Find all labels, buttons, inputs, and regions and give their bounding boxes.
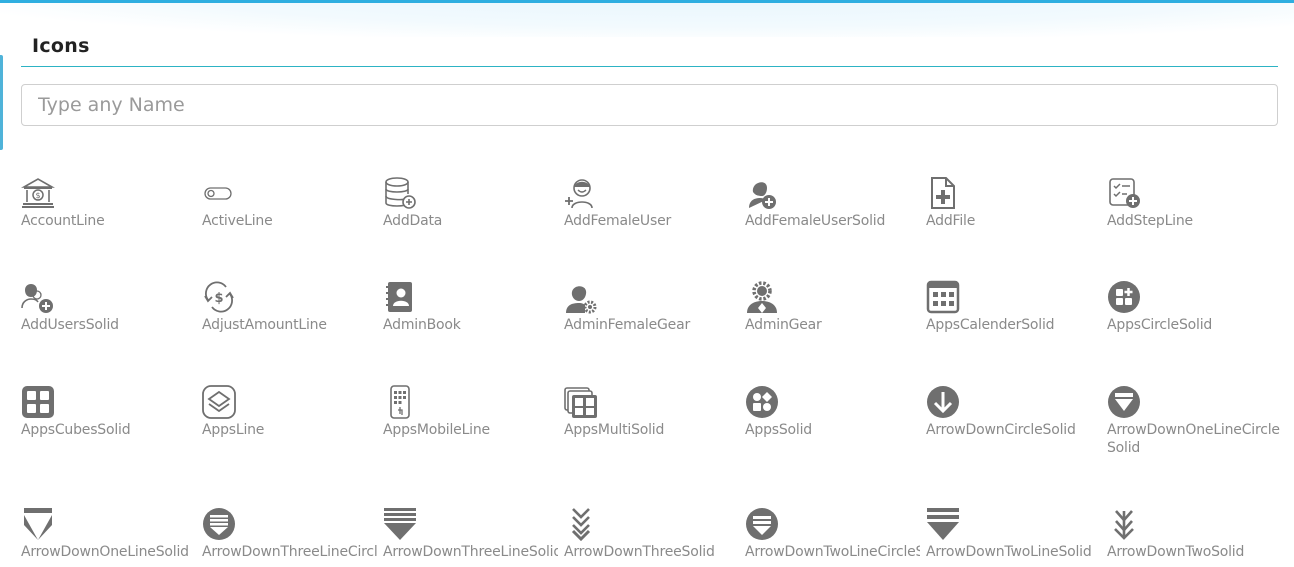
page-title: Icons: [32, 35, 90, 57]
arrow-down-three-line-icon: [383, 507, 417, 541]
icon-label: AdminFemaleGear: [564, 317, 691, 333]
apps-cubes-icon: [21, 385, 55, 419]
header-background: [0, 3, 1294, 37]
icon-tile[interactable]: AdminBook: [383, 280, 564, 385]
icon-label: AccountLine: [21, 213, 105, 229]
icon-tile[interactable]: AppsMobileLine: [383, 385, 564, 507]
user-gear-icon: [745, 280, 779, 314]
icon-tile[interactable]: AppsCalenderSolid: [926, 280, 1107, 385]
bank-icon: $: [21, 176, 55, 210]
mobile-apps-icon: [383, 385, 417, 419]
arrow-down-one-line-circle-icon: [1107, 385, 1141, 419]
icon-label: ArrowDownTwoLineSolid: [926, 544, 1092, 560]
icon-grid: $ AccountLine ActiveLine AddData AddFemaleUs…: [21, 176, 1288, 567]
icon-label: AppsCalenderSolid: [926, 317, 1055, 333]
icon-label: AdjustAmountLine: [202, 317, 327, 333]
icon-tile[interactable]: AppsSolid: [745, 385, 926, 507]
icon-label: AppsLine: [202, 422, 265, 438]
icon-tile[interactable]: AdminGear: [745, 280, 926, 385]
icon-tile[interactable]: AddData: [383, 176, 564, 280]
title-divider: [21, 66, 1278, 67]
icon-tile[interactable]: AppsCircleSolid: [1107, 280, 1288, 385]
icon-tile[interactable]: ArrowDownThreeLineSolid: [383, 507, 564, 567]
icon-label: ArrowDownOneLineCircleSolid: [1107, 422, 1280, 456]
checklist-add-icon: [1107, 176, 1141, 210]
icon-tile[interactable]: AddFile: [926, 176, 1107, 280]
search-input[interactable]: [21, 84, 1278, 126]
icon-label: AddFile: [926, 213, 976, 229]
icon-label: AppsMobileLine: [383, 422, 490, 438]
icon-tile[interactable]: AppsLine: [202, 385, 383, 507]
icon-tile[interactable]: AddStepLine: [1107, 176, 1288, 280]
icon-tile[interactable]: $ AdjustAmountLine: [202, 280, 383, 385]
icon-label: ArrowDownTwoSolid: [1107, 544, 1245, 560]
icon-tile[interactable]: ArrowDownTwoLineSolid: [926, 507, 1107, 567]
female-user-add-icon: [564, 176, 598, 210]
arrow-down-two-icon: [1107, 507, 1141, 541]
dollar-cycle-icon: $: [202, 280, 236, 314]
icon-label: AddFemaleUser: [564, 213, 672, 229]
icon-tile[interactable]: AddFemaleUser: [564, 176, 745, 280]
icon-label: AppsCircleSolid: [1107, 317, 1213, 333]
icon-tile[interactable]: AddUsersSolid: [21, 280, 202, 385]
icon-label: ActiveLine: [202, 213, 273, 229]
file-add-icon: [926, 176, 960, 210]
icon-label: ArrowDownCircleSolid: [926, 422, 1076, 438]
database-add-icon: [383, 176, 417, 210]
icon-label: AppsSolid: [745, 422, 812, 438]
icon-tile[interactable]: ArrowDownTwoLineCircleS: [745, 507, 926, 567]
apps-solid-icon: [745, 385, 779, 419]
icon-tile[interactable]: ActiveLine: [202, 176, 383, 280]
icon-tile[interactable]: ArrowDownThreeLineCircl: [202, 507, 383, 567]
female-gear-icon: [564, 280, 598, 314]
contact-book-icon: [383, 280, 417, 314]
icon-tile[interactable]: ArrowDownTwoSolid: [1107, 507, 1288, 567]
icon-label: AddStepLine: [1107, 213, 1193, 229]
arrow-down-three-line-circle-icon: [202, 507, 236, 541]
icon-tile[interactable]: AdminFemaleGear: [564, 280, 745, 385]
apps-circle-icon: [1107, 280, 1141, 314]
users-add-icon: [21, 280, 55, 314]
icon-label: ArrowDownThreeSolid: [564, 544, 715, 560]
female-user-add-solid-icon: [745, 176, 779, 210]
icon-tile[interactable]: $ AccountLine: [21, 176, 202, 280]
icon-tile[interactable]: ArrowDownCircleSolid: [926, 385, 1107, 507]
icon-tile[interactable]: ArrowDownThreeSolid: [564, 507, 745, 567]
layers-icon: [202, 385, 236, 419]
icon-label: ArrowDownTwoLineCircleS: [745, 544, 920, 560]
icon-label: AddData: [383, 213, 443, 229]
icon-label: AppsCubesSolid: [21, 422, 131, 438]
calendar-grid-icon: [926, 280, 960, 314]
arrow-down-two-line-icon: [926, 507, 960, 541]
svg-text:$: $: [35, 191, 40, 200]
icon-label: ArrowDownThreeLineSolid: [383, 544, 558, 560]
left-accent-tab: [0, 55, 3, 150]
icon-tile[interactable]: ArrowDownOneLineCircleSolid: [1107, 385, 1288, 507]
toggle-icon: [202, 176, 236, 210]
icon-label: AddFemaleUserSolid: [745, 213, 886, 229]
icon-label: ArrowDownThreeLineCircl: [202, 544, 377, 560]
icon-label: AppsMultiSolid: [564, 422, 665, 438]
apps-multi-icon: [564, 385, 598, 419]
icon-tile[interactable]: ArrowDownOneLineSolid: [21, 507, 202, 567]
arrow-down-circle-icon: [926, 385, 960, 419]
icon-label: AddUsersSolid: [21, 317, 119, 333]
icon-label: AdminGear: [745, 317, 822, 333]
arrow-down-two-line-circle-icon: [745, 507, 779, 541]
icon-label: ArrowDownOneLineSolid: [21, 544, 189, 560]
arrow-down-one-line-icon: [21, 507, 55, 541]
svg-text:$: $: [214, 291, 223, 306]
icon-tile[interactable]: AppsMultiSolid: [564, 385, 745, 507]
arrow-down-three-icon: [564, 507, 598, 541]
icon-tile[interactable]: AppsCubesSolid: [21, 385, 202, 507]
icon-tile[interactable]: AddFemaleUserSolid: [745, 176, 926, 280]
icon-label: AdminBook: [383, 317, 461, 333]
